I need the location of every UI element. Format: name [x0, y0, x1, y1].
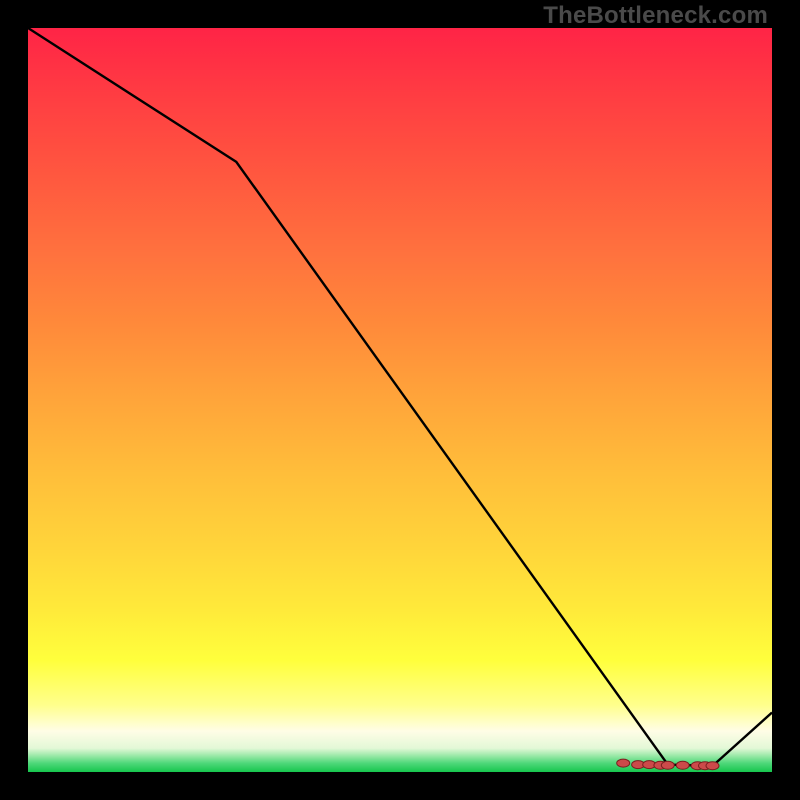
chart-frame: TheBottleneck.com: [0, 0, 800, 800]
plot-area: [28, 28, 772, 772]
watermark-label: TheBottleneck.com: [543, 2, 768, 30]
